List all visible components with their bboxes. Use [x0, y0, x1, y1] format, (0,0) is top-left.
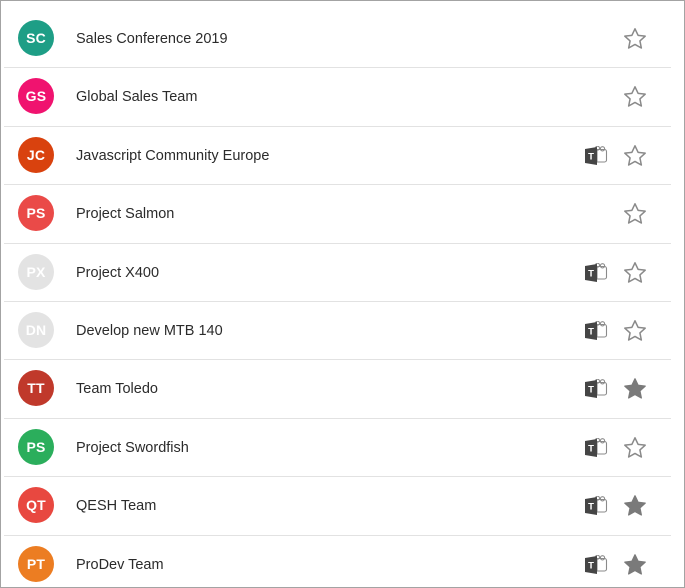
team-name[interactable]: Javascript Community Europe	[76, 127, 269, 185]
list-item[interactable]: PT ProDev Team T	[4, 536, 671, 587]
avatar: SC	[18, 20, 54, 56]
favorite-star-icon[interactable]	[622, 318, 648, 344]
avatar: GS	[18, 78, 54, 115]
list-item[interactable]: QT QESH Team T	[4, 477, 671, 536]
avatar: TT	[18, 370, 54, 407]
list-item[interactable]: GS Global Sales Team	[4, 68, 671, 127]
favorite-star-icon[interactable]	[622, 376, 648, 402]
avatar: JC	[18, 136, 54, 173]
svg-text:T: T	[588, 385, 594, 396]
team-name[interactable]: Project X400	[76, 244, 159, 302]
teams-list: SC Sales Conference 2019 GS Global Sales…	[4, 10, 671, 587]
list-item[interactable]: SC Sales Conference 2019	[4, 10, 671, 69]
list-item[interactable]: PS Project Salmon	[4, 185, 671, 244]
avatar: QT	[18, 487, 54, 524]
favorite-star-icon[interactable]	[622, 493, 648, 519]
svg-text:T: T	[588, 268, 594, 279]
team-name[interactable]: Develop new MTB 140	[76, 302, 223, 360]
avatar: PT	[18, 545, 54, 582]
team-name[interactable]: Team Toledo	[76, 360, 158, 418]
microsoft-teams-icon: T	[584, 554, 608, 575]
svg-text:T: T	[588, 326, 594, 337]
favorite-star-icon[interactable]	[622, 84, 648, 110]
favorite-star-icon[interactable]	[622, 26, 648, 52]
team-name[interactable]: Project Salmon	[76, 185, 174, 243]
svg-text:T: T	[588, 151, 594, 162]
team-name[interactable]: Project Swordfish	[76, 419, 189, 477]
favorite-star-icon[interactable]	[622, 143, 648, 169]
favorite-star-icon[interactable]	[622, 435, 648, 461]
microsoft-teams-icon: T	[584, 378, 608, 399]
favorite-star-icon[interactable]	[622, 260, 648, 286]
avatar: PX	[18, 253, 54, 290]
team-name[interactable]: QESH Team	[76, 477, 156, 535]
microsoft-teams-icon: T	[584, 145, 608, 166]
svg-text:T: T	[588, 560, 594, 571]
list-item[interactable]: JC Javascript Community Europe T	[4, 127, 671, 186]
microsoft-teams-icon: T	[584, 320, 608, 341]
microsoft-teams-icon: T	[584, 262, 608, 283]
svg-text:T: T	[588, 502, 594, 513]
team-name[interactable]: Sales Conference 2019	[76, 10, 228, 68]
microsoft-teams-icon: T	[584, 495, 608, 516]
favorite-star-icon[interactable]	[622, 201, 648, 227]
list-item[interactable]: DN Develop new MTB 140 T	[4, 302, 671, 361]
list-item[interactable]: TT Team Toledo T	[4, 360, 671, 419]
avatar: PS	[18, 428, 54, 465]
team-name[interactable]: ProDev Team	[76, 536, 164, 587]
avatar: DN	[18, 311, 54, 348]
teams-list-panel: SC Sales Conference 2019 GS Global Sales…	[0, 0, 685, 588]
avatar: PS	[18, 195, 54, 232]
favorite-star-icon[interactable]	[622, 552, 648, 578]
svg-text:T: T	[588, 443, 594, 454]
microsoft-teams-icon: T	[584, 437, 608, 458]
team-name[interactable]: Global Sales Team	[76, 68, 197, 126]
list-item[interactable]: PS Project Swordfish T	[4, 419, 671, 478]
list-item[interactable]: PX Project X400 T	[4, 244, 671, 302]
